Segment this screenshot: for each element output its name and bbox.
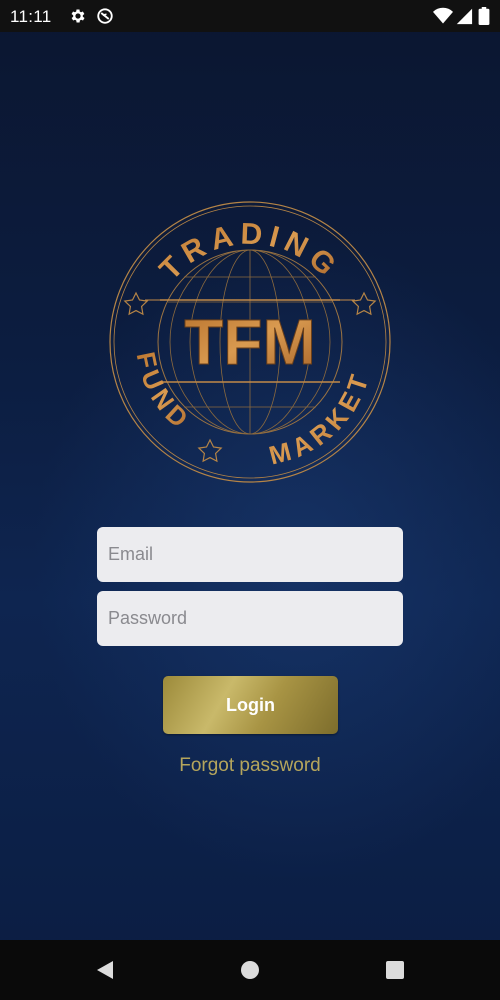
login-button[interactable]: Login [163,676,338,734]
wifi-icon [433,7,453,24]
status-bar: 11:11 [0,0,500,32]
login-screen: 11:11 TRADING FUND MARKET TFM Email Logi… [0,0,500,1000]
battery-icon [478,7,490,25]
password-field[interactable] [97,591,403,646]
email-field[interactable] [97,527,403,582]
recents-icon[interactable] [383,958,407,982]
signal-icon [456,8,473,25]
home-icon[interactable] [238,958,262,982]
back-icon[interactable] [93,958,117,982]
logo-center-text: TFM [184,306,316,378]
gear-icon [71,9,85,23]
status-time: 11:11 [10,7,52,26]
navigation-bar [0,940,500,1000]
do-not-disturb-icon [97,8,113,24]
tfm-logo: TRADING FUND MARKET TFM [109,201,391,483]
forgot-password-link[interactable]: Forgot password [0,755,500,777]
